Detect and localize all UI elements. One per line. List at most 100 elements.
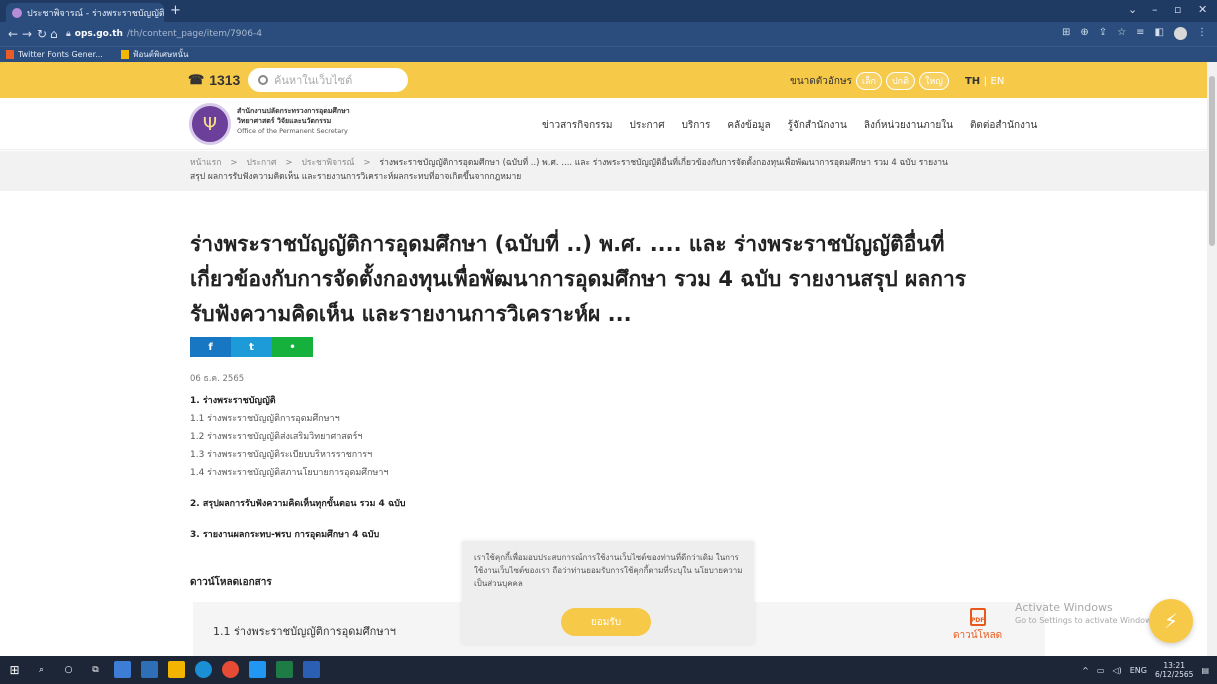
zoom-icon[interactable]: ⊕ (1080, 27, 1088, 40)
search-placeholder: ค้นหาในเว็บไซต์ (274, 74, 353, 87)
share-facebook-icon[interactable]: f (190, 337, 231, 357)
section-heading: 2. สรุปผลการรับฟังความคิดเห็นทุกขั้นตอน … (190, 499, 406, 509)
tab-search-icon[interactable]: ⌄ (1128, 3, 1137, 16)
main-nav: ข่าวสารกิจกรรม ประกาศ บริการ คลังข้อมูล … (542, 118, 1037, 133)
nav-about[interactable]: รู้จักสำนักงาน (788, 118, 847, 133)
cookie-banner: เราใช้คุกกี้เพื่อมอบประสบการณ์การใช้งานเ… (462, 541, 754, 644)
bookmark-icon (6, 50, 14, 59)
browser-tab[interactable]: ประชาพิจารณ์ - ร่างพระราชบัญญัติการ... × (6, 3, 164, 22)
scrollbar-thumb[interactable] (1209, 76, 1215, 246)
word-icon[interactable] (303, 661, 320, 678)
translate-icon[interactable]: ⊞ (1062, 27, 1070, 40)
notification-icon[interactable]: ▤ (1201, 666, 1209, 675)
org-logo[interactable]: Ψ (189, 103, 231, 145)
calendar-icon[interactable] (141, 661, 158, 678)
lang-en[interactable]: EN (991, 76, 1005, 87)
mail-icon[interactable] (114, 661, 131, 678)
profile-avatar[interactable] (1174, 27, 1187, 40)
title-line: เกี่ยวข้องกับการจัดตั้งกองทุนเพื่อพัฒนาก… (190, 267, 967, 291)
tab-title: ประชาพิจารณ์ - ร่างพระราชบัญญัติการ... (27, 8, 164, 19)
breadcrumb-current-cont: สรุป ผลการรับฟังความคิดเห็น และรายงานการ… (190, 172, 522, 182)
home-icon[interactable]: ⌂ (50, 27, 58, 41)
nav-announcements[interactable]: ประกาศ (629, 118, 664, 133)
cookie-text: เราใช้คุกกี้เพื่อมอบประสบการณ์การใช้งานเ… (474, 553, 743, 588)
browser-toolbar: ⊞ ⊕ ⇪ ☆ ≡ ◧ ⋮ (1062, 27, 1207, 40)
menu-icon[interactable]: ⋮ (1197, 27, 1207, 40)
tray-chevron-icon[interactable]: ^ (1082, 666, 1089, 675)
forward-icon[interactable]: → (22, 27, 32, 41)
search-icon[interactable]: ⌕ (33, 661, 50, 678)
article-body: 1. ร่างพระราชบัญญัติ 1.1 ร่างพระราชบัญญั… (190, 392, 406, 544)
file-explorer-icon[interactable] (168, 661, 185, 678)
nav-internal-links[interactable]: ลิงก์หน่วยงานภายใน (864, 118, 953, 133)
minimize-icon[interactable]: – (1152, 3, 1158, 16)
activate-windows-watermark: Activate Windows Go to Settings to activ… (1015, 601, 1158, 627)
task-view-icon[interactable]: ⧉ (87, 661, 104, 678)
chrome-icon[interactable] (222, 661, 239, 678)
bookmark-item[interactable]: ฟ้อนต์พิเศษหนั้น (120, 48, 189, 61)
nav-services[interactable]: บริการ (682, 118, 711, 133)
clock[interactable]: 13:21 6/12/2565 (1155, 661, 1193, 679)
share-line-icon[interactable]: • (272, 337, 313, 357)
hotline[interactable]: ☎ 1313 (188, 72, 240, 88)
hotline-number: 1313 (209, 72, 241, 88)
bookmark-item[interactable]: Twitter Fonts Gener... (6, 50, 103, 59)
breadcrumb-hearing[interactable]: ประชาพิจารณ์ (301, 158, 354, 168)
breadcrumb-home[interactable]: หน้าแรก (190, 158, 221, 168)
system-tray: ^ ▭ ◁) ENG 13:21 6/12/2565 ▤ (1082, 661, 1209, 679)
start-icon[interactable]: ⊞ (6, 661, 23, 678)
bookmark-label: ฟ้อนต์พิเศษหนั้น (132, 50, 189, 59)
breadcrumb-separator: > (285, 158, 293, 168)
nav-data[interactable]: คลังข้อมูล (727, 118, 770, 133)
language-switcher: TH | EN (965, 76, 1004, 87)
font-normal-button[interactable]: ปกติ (885, 72, 915, 90)
org-name-th-2: วิทยาศาสตร์ วิจัยและนวัตกรรม (237, 117, 332, 125)
input-language[interactable]: ENG (1130, 666, 1147, 675)
store-icon[interactable] (249, 661, 266, 678)
browser-tab-bar: ประชาพิจารณ์ - ร่างพระราชบัญญัติการ... ×… (0, 0, 1217, 22)
url-field[interactable]: 🔒︎ ops.go.th/th/content_page/item/7906-4 (66, 25, 1066, 43)
page-scrollbar[interactable] (1207, 62, 1217, 656)
title-line: รับฟังความคิดเห็น และรายงานการวิเคราะห์ผ… (190, 302, 632, 326)
lang-th[interactable]: TH (965, 76, 980, 87)
breadcrumb-separator: > (363, 158, 371, 168)
lock-icon: 🔒︎ (66, 29, 71, 39)
publish-date: 06 ธ.ค. 2565 (190, 374, 245, 384)
maximize-icon[interactable]: ▫ (1174, 3, 1181, 16)
edge-icon[interactable] (195, 661, 212, 678)
nav-contact[interactable]: ติดต่อสำนักงาน (970, 118, 1037, 133)
site-header: Ψ สำนักงานปลัดกระทรวงการอุดมศึกษา วิทยาศ… (0, 98, 1207, 150)
side-panel-icon[interactable]: ◧ (1155, 27, 1164, 40)
org-name-th-1: สำนักงานปลัดกระทรวงการอุดมศึกษา (237, 107, 350, 115)
messenger-chat-icon[interactable]: ⚡︎ (1149, 599, 1193, 643)
back-icon[interactable]: ← (8, 27, 18, 41)
window-close-icon[interactable]: ✕ (1198, 3, 1207, 16)
new-tab-button[interactable]: + (170, 3, 181, 18)
breadcrumb-current: ร่างพระราชบัญญัติการอุดมศึกษา (ฉบับที่ .… (379, 158, 948, 168)
bookmark-star-icon[interactable]: ☆ (1117, 27, 1126, 40)
lang-separator: | (983, 75, 988, 87)
search-input[interactable]: ค้นหาในเว็บไซต์ (248, 68, 408, 92)
nav-news[interactable]: ข่าวสารกิจกรรม (542, 118, 612, 133)
font-small-button[interactable]: เล็ก (855, 72, 882, 90)
windows-taskbar: ⊞ ⌕ ○ ⧉ ^ ▭ ◁) ENG 13:21 6/12/2565 ▤ (0, 656, 1217, 684)
share-icon[interactable]: ⇪ (1099, 27, 1107, 40)
reading-list-icon[interactable]: ≡ (1136, 27, 1144, 40)
cookie-accept-button[interactable]: ยอมรับ (561, 608, 651, 636)
pdf-icon: PDF (969, 608, 986, 626)
share-buttons: f t • (190, 337, 313, 357)
volume-icon[interactable]: ◁) (1112, 666, 1121, 675)
share-twitter-icon[interactable]: t (231, 337, 272, 357)
cortana-icon[interactable]: ○ (60, 661, 77, 678)
clock-time: 13:21 (1163, 661, 1186, 670)
breadcrumb-announcements[interactable]: ประกาศ (247, 158, 277, 168)
search-icon (258, 75, 268, 85)
font-large-button[interactable]: ใหญ่ (918, 72, 949, 90)
section-heading: 1. ร่างพระราชบัญญัติ (190, 396, 276, 406)
excel-icon[interactable] (276, 661, 293, 678)
network-icon[interactable]: ▭ (1097, 666, 1105, 675)
address-bar-row: ← → ↻ ⌂ 🔒︎ ops.go.th/th/content_page/ite… (0, 22, 1217, 46)
download-button[interactable]: PDF ดาวน์โหลด (953, 608, 1002, 643)
reload-icon[interactable]: ↻ (37, 27, 47, 41)
font-size-controls: ขนาดตัวอักษร เล็ก ปกติ ใหญ่ TH | EN (790, 72, 1004, 90)
